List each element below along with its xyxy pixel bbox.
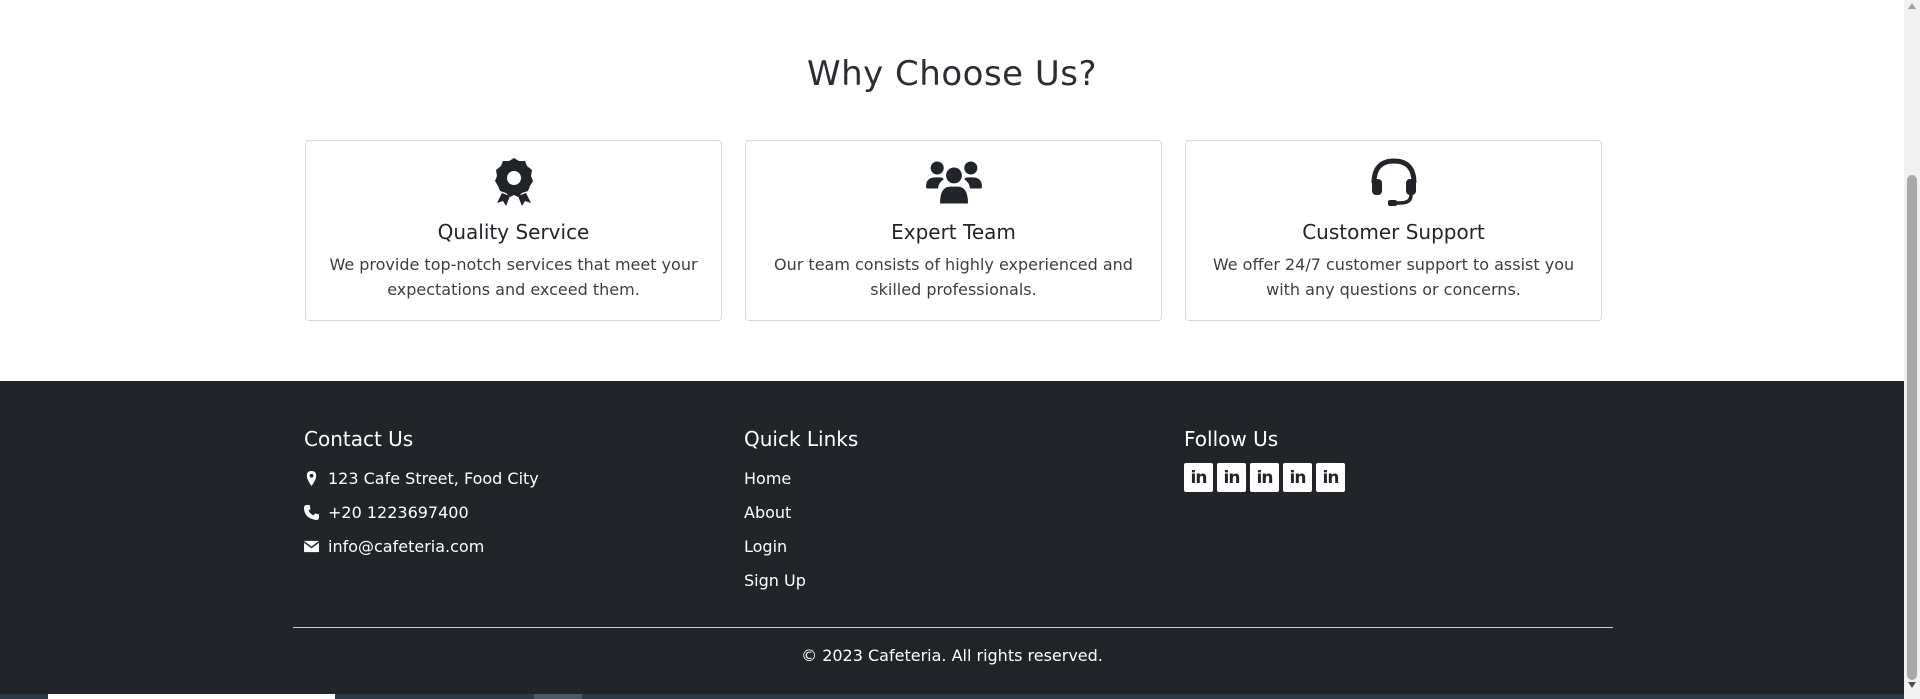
linkedin-icon[interactable]: in	[1316, 463, 1345, 492]
feature-card-quality: Quality Service We provide top-notch ser…	[305, 140, 722, 321]
footer-link-login[interactable]: Login	[744, 529, 858, 563]
award-icon	[486, 157, 542, 207]
footer-link-home[interactable]: Home	[744, 461, 858, 495]
envelope-icon	[304, 538, 324, 554]
card-title: Quality Service	[437, 220, 590, 244]
why-choose-us-section: Why Choose Us? Quality Service We provid…	[0, 0, 1904, 381]
footer-divider	[293, 627, 1613, 628]
scrollbar-thumb[interactable]	[1907, 175, 1917, 680]
copyright-text: © 2023 Cafeteria. All rights reserved.	[801, 646, 1103, 665]
linkedin-icon[interactable]: in	[1217, 463, 1246, 492]
phone-text: +20 1223697400	[328, 502, 469, 522]
headset-icon	[1366, 157, 1422, 207]
social-links: in in in in in	[1184, 463, 1345, 492]
linkedin-icon[interactable]: in	[1283, 463, 1312, 492]
card-title: Customer Support	[1302, 220, 1485, 244]
card-title: Expert Team	[891, 220, 1016, 244]
quick-links-heading: Quick Links	[744, 427, 859, 451]
card-description: We provide top-notch services that meet …	[329, 255, 698, 299]
taskbar-strip	[0, 694, 1904, 699]
footer-link-about[interactable]: About	[744, 495, 858, 529]
linkedin-icon[interactable]: in	[1184, 463, 1213, 492]
card-description: We offer 24/7 customer support to assist…	[1212, 255, 1575, 299]
feature-card-support: Customer Support We offer 24/7 customer …	[1185, 140, 1602, 321]
follow-heading: Follow Us	[1184, 427, 1279, 451]
linkedin-icon[interactable]: in	[1250, 463, 1279, 492]
quick-links-column: Quick Links Home About Login Sign Up	[744, 427, 858, 597]
taskbar-item	[48, 694, 335, 699]
scroll-down-arrow-icon[interactable]	[1908, 682, 1916, 688]
address-text: 123 Cafe Street, Food City	[328, 468, 539, 488]
section-title: Why Choose Us?	[806, 54, 1098, 94]
page: Why Choose Us? Quality Service We provid…	[0, 0, 1904, 699]
site-footer: Contact Us 123 Cafe Street, Food City +2…	[0, 381, 1904, 699]
email-text: info@cafeteria.com	[328, 536, 485, 556]
contact-address: 123 Cafe Street, Food City	[304, 461, 539, 495]
map-pin-icon	[304, 470, 324, 486]
footer-link-signup[interactable]: Sign Up	[744, 563, 858, 597]
card-description: Our team consists of highly experienced …	[774, 255, 1133, 299]
contact-phone: +20 1223697400	[304, 495, 539, 529]
taskbar-item	[534, 694, 582, 699]
contact-email: info@cafeteria.com	[304, 529, 539, 563]
contact-column: Contact Us 123 Cafe Street, Food City +2…	[304, 427, 539, 563]
users-icon	[925, 157, 982, 207]
feature-card-team: Expert Team Our team consists of highly …	[745, 140, 1162, 321]
phone-icon	[304, 504, 324, 520]
vertical-scrollbar[interactable]	[1904, 0, 1920, 699]
contact-heading: Contact Us	[304, 427, 414, 451]
follow-column: Follow Us in in in in in	[1184, 427, 1345, 492]
scroll-up-arrow-icon[interactable]	[1908, 3, 1916, 9]
